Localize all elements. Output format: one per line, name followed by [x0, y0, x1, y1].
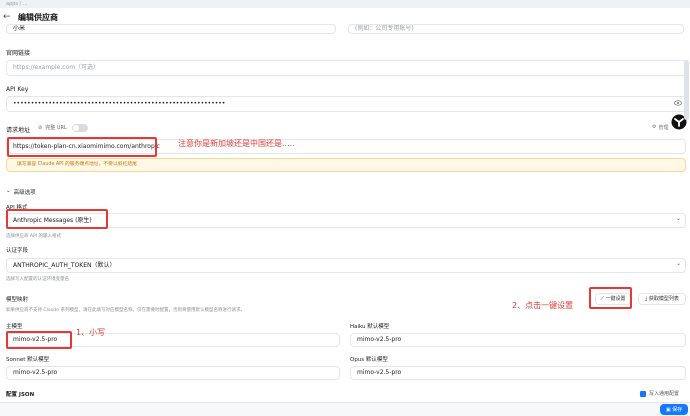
apikey-value: ••••••••••••••••••••••••••••••••••••••••… — [13, 100, 226, 107]
checkbox-icon[interactable] — [640, 390, 646, 397]
gear-icon: ⚙ — [652, 124, 657, 130]
remark-input[interactable]: (例如：公司专用账号) — [348, 24, 684, 34]
api-format-chevron-icon: ⌄ — [676, 215, 682, 222]
api-format-select[interactable]: Anthropic Messages (原生) — [6, 213, 686, 228]
footer-bar — [0, 402, 690, 416]
name-value: 小米 — [13, 25, 26, 32]
model-mapping-hint: 如果供应商不支持 Claude 系列模型，请在此填写对应模型名称。仅在需要时配置… — [6, 308, 245, 313]
annotation-box-main-model — [6, 331, 72, 349]
config-json-label: 配置 JSON — [6, 392, 35, 398]
api-format-hint: 选择供应商 API 的输入格式 — [6, 234, 61, 239]
write-common-label: 写入通用配置 — [649, 391, 680, 397]
warning-text: 填写兼容 Claude API 的服务端点地址，不要以斜杠结尾 — [17, 162, 137, 167]
fetch-models-button[interactable]: ⤓ 获取模型列表 — [638, 293, 686, 305]
save-icon: ▣ — [665, 407, 671, 413]
manage-link[interactable]: ⚙ 管理 — [652, 124, 669, 131]
auth-label: 认证字段 — [6, 248, 29, 254]
download-icon: ⤓ — [645, 296, 648, 302]
apikey-label: API Key — [6, 86, 29, 93]
annotation-box-format — [6, 209, 108, 229]
annotation-box-url — [7, 137, 157, 157]
opus-value: mimo-v2.5-pro — [357, 369, 402, 376]
website-placeholder: https://example.com（可选） — [13, 64, 100, 71]
eye-icon[interactable] — [674, 99, 682, 107]
remark-value: (例如：公司专用账号) — [355, 25, 414, 32]
sonnet-label: Sonnet 默认模型 — [6, 357, 50, 363]
opus-label: Opus 默认模型 — [350, 357, 388, 363]
save-button[interactable]: ▣ 保存 — [660, 404, 688, 415]
full-url-label: 完整 URL — [45, 125, 67, 131]
request-url-label: 请求地址 — [6, 127, 31, 134]
save-label: 保存 — [672, 407, 683, 413]
top-strip-text: apps / ... — [6, 1, 28, 7]
website-label: 官网链接 — [6, 50, 31, 57]
auth-value: ANTHROPIC_AUTH_TOKEN（默认） — [13, 262, 116, 269]
main-model-label: 主模型 — [6, 324, 23, 330]
request-url-warning: 填写兼容 Claude API 的服务端点地址，不要以斜杠结尾 — [6, 158, 686, 172]
fetch-models-label: 获取模型列表 — [648, 296, 679, 302]
annotation-step1: 1、小写 — [76, 328, 106, 337]
opus-input[interactable]: mimo-v2.5-pro — [350, 366, 686, 380]
auth-select[interactable]: ANTHROPIC_AUTH_TOKEN（默认） — [6, 258, 686, 273]
page-title: 编辑供应商 — [18, 13, 58, 22]
write-common-row[interactable]: 写入通用配置 — [640, 390, 679, 397]
apikey-input[interactable]: ••••••••••••••••••••••••••••••••••••••••… — [6, 96, 686, 112]
auth-hint: 选择写入配置的认证环境变量名 — [6, 277, 69, 282]
advanced-toggle[interactable]: ⌄ 高级选项 — [6, 188, 36, 196]
annotation-region-note: 注意你是新加坡还是中国还是..... — [178, 139, 295, 148]
full-url-toggle[interactable] — [72, 124, 88, 132]
model-mapping-label: 模型映射 — [6, 297, 29, 303]
advanced-label: 高级选项 — [13, 190, 36, 196]
name-input[interactable]: 小米 — [6, 24, 336, 34]
auth-chevron-icon: ⌄ — [676, 260, 682, 267]
manage-label: 管理 — [658, 125, 669, 131]
annotation-step2: 2、点击一键设置 — [512, 301, 574, 310]
haiku-value: mimo-v2.5-pro — [357, 336, 402, 343]
chevron-down-icon: ⌄ — [6, 188, 11, 194]
website-input[interactable]: https://example.com（可选） — [6, 60, 686, 76]
sonnet-input[interactable]: mimo-v2.5-pro — [6, 366, 340, 380]
top-strip: apps / ... — [0, 0, 690, 8]
back-arrow-icon[interactable]: ← — [3, 12, 11, 22]
haiku-label: Haiku 默认模型 — [350, 324, 390, 330]
scrollbar-thumb[interactable] — [684, 60, 689, 120]
haiku-input[interactable]: mimo-v2.5-pro — [350, 333, 686, 347]
link-icon: ⊘ — [38, 124, 43, 131]
sonnet-value: mimo-v2.5-pro — [13, 369, 58, 376]
annotation-box-one-click — [589, 287, 632, 309]
full-url-toggle-row: ⊘ 完整 URL — [38, 124, 67, 132]
